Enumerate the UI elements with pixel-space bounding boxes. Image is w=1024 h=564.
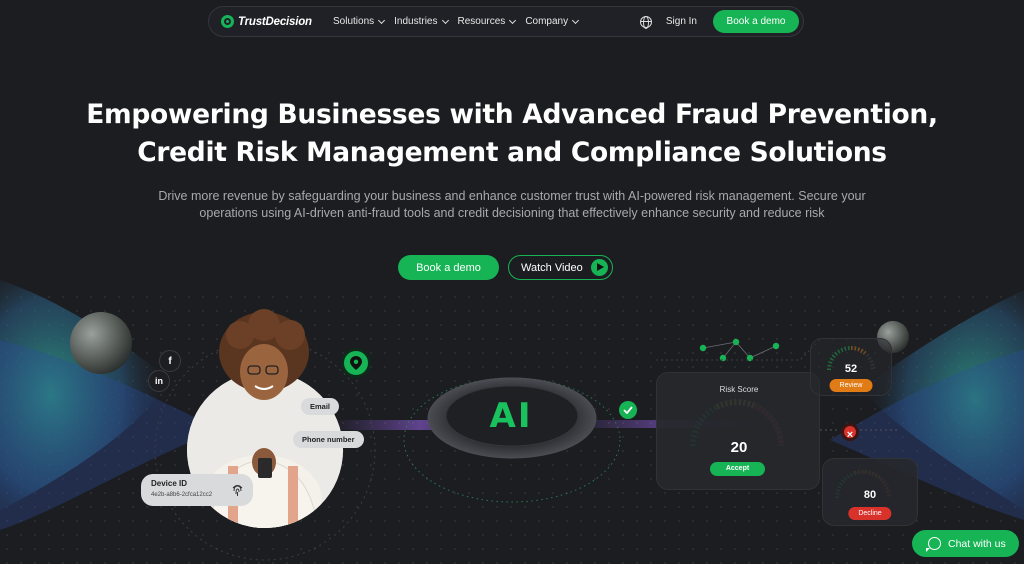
risk-score-value: 20 <box>730 439 748 456</box>
risk-score-title: Risk Score <box>719 385 759 394</box>
chat-with-us-button[interactable]: Chat with us <box>912 530 1019 557</box>
decline-x-icon: × <box>841 423 859 441</box>
chevron-down-icon <box>509 16 517 24</box>
nav-item-label: Company <box>525 16 569 27</box>
nav-item-industries[interactable]: Industries <box>394 16 449 27</box>
risk-score-panel: Risk Score 20 Accept <box>656 372 820 490</box>
facebook-glyph: f <box>168 355 172 367</box>
nav-item-solutions[interactable]: Solutions <box>333 16 386 27</box>
main-menu: Solutions Industries Resources Company <box>333 16 580 27</box>
chat-label: Chat with us <box>948 537 1006 550</box>
review-panel: 52 Review <box>810 338 892 396</box>
nav-actions: Sign In Book a demo <box>639 10 799 33</box>
chevron-down-icon <box>378 16 386 24</box>
watch-video-button[interactable]: Watch Video <box>508 255 613 280</box>
device-id-value: 4e2b-a8b6-2cfca12cc2 <box>151 492 213 498</box>
email-tag: Email <box>301 398 340 415</box>
fingerprint-icon <box>232 485 243 496</box>
chevron-down-icon <box>441 16 449 24</box>
hero-title: Empowering Businesses with Advanced Frau… <box>0 96 1024 172</box>
play-icon <box>591 259 608 276</box>
facebook-icon[interactable]: f <box>159 350 181 372</box>
nav-item-company[interactable]: Company <box>525 16 580 27</box>
nav-item-label: Industries <box>394 16 438 27</box>
ai-label: AI <box>489 396 533 436</box>
top-navbar: TrustDecision Solutions Industries Resou… <box>208 6 804 37</box>
hero-subtitle: Drive more revenue by safeguarding your … <box>140 188 884 222</box>
nav-item-label: Resources <box>457 16 506 27</box>
linkedin-glyph: in <box>155 376 163 386</box>
globe-icon[interactable] <box>639 15 652 29</box>
hero-subtitle-line-1: Drive more revenue by safeguarding your … <box>158 189 866 203</box>
device-id-title: Device ID <box>151 479 188 488</box>
hero-book-demo-button[interactable]: Book a demo <box>398 255 499 280</box>
checkmark-icon <box>619 401 637 419</box>
whatsapp-icon <box>926 537 941 552</box>
linkedin-icon[interactable]: in <box>148 370 170 392</box>
logo-icon <box>221 15 234 28</box>
watch-video-label: Watch Video <box>521 261 583 274</box>
chevron-down-icon <box>572 16 580 24</box>
phone-number-tag: Phone number <box>293 431 364 448</box>
review-score-value: 52 <box>844 363 858 375</box>
location-pin-icon <box>341 348 371 378</box>
hero-title-line-1: Empowering Businesses with Advanced Frau… <box>86 99 938 130</box>
decline-badge: Decline <box>848 507 892 520</box>
hero-subtitle-line-2: operations using AI-driven anti-fraud to… <box>199 206 825 220</box>
hero-title-line-2: Credit Risk Management and Compliance So… <box>137 137 887 168</box>
device-id-card: Device ID 4e2b-a8b6-2cfca12cc2 <box>141 474 253 506</box>
review-badge: Review <box>829 379 873 392</box>
decline-score-value: 80 <box>863 489 877 501</box>
sign-in-link[interactable]: Sign In <box>666 16 697 27</box>
brand-logo[interactable]: TrustDecision <box>221 15 333 28</box>
decline-panel: 80 Decline <box>822 458 918 526</box>
accept-badge: Accept <box>710 462 765 476</box>
nav-item-label: Solutions <box>333 16 375 27</box>
brand-name: TrustDecision <box>238 15 312 28</box>
nav-item-resources[interactable]: Resources <box>457 16 517 27</box>
nav-book-demo-button[interactable]: Book a demo <box>713 10 799 33</box>
